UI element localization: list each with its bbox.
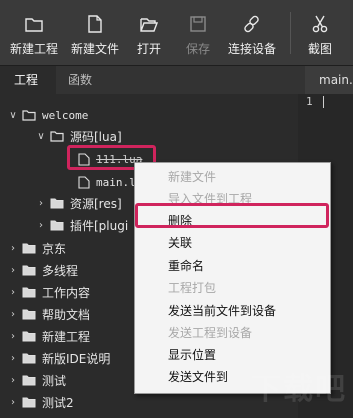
tab-bar: 工程 函数 main.lu (0, 66, 353, 94)
chevron-right-icon[interactable]: › (34, 198, 48, 209)
chevron-right-icon[interactable]: › (6, 375, 20, 386)
tree-project[interactable]: › 多线程 (6, 259, 78, 281)
chevron-down-icon[interactable]: ∨ (34, 131, 48, 142)
tree-file-main[interactable]: main.l (76, 171, 136, 193)
menu-item-new-file[interactable]: 新建文件 (135, 166, 330, 188)
tree-project[interactable]: › 帮助文档 (6, 303, 90, 325)
connect-device-button[interactable]: 连接设备 (226, 0, 278, 66)
tree-folder-res[interactable]: › 资源[res] (34, 192, 122, 214)
tree-root-welcome[interactable]: ∨ welcome (6, 104, 88, 126)
new-file-icon (85, 14, 105, 34)
tree-folder-source[interactable]: ∨ 源码[lua] (34, 125, 121, 147)
folder-icon (22, 287, 36, 297)
tree-project[interactable]: › 工作内容 (6, 281, 90, 303)
file-icon (78, 175, 90, 189)
folder-icon (22, 375, 36, 385)
chevron-right-icon[interactable]: › (6, 331, 20, 342)
chevron-down-icon[interactable]: ∨ (6, 110, 20, 121)
tab-project[interactable]: 工程 (0, 66, 56, 94)
menu-item-package-project[interactable]: 工程打包 (135, 277, 330, 299)
chevron-right-icon[interactable]: › (6, 243, 20, 254)
tree-project[interactable]: › 新建工程 (6, 325, 90, 347)
open-button[interactable]: 打开 (134, 0, 164, 66)
chevron-right-icon[interactable]: › (6, 397, 20, 408)
folder-icon (22, 309, 36, 319)
chevron-right-icon[interactable]: › (6, 287, 20, 298)
tree-project[interactable]: › 京东 (6, 237, 66, 259)
folder-open-icon (50, 130, 64, 142)
folder-icon (50, 198, 64, 208)
chevron-right-icon[interactable]: › (6, 265, 20, 276)
folder-icon (22, 331, 36, 341)
tree-folder-plugin[interactable]: › 插件[plugi (34, 214, 128, 236)
tree-project[interactable]: › 测试2 (6, 391, 74, 413)
toolbar: 新建工程 新建文件 打开 保存 连接设备 截图 (0, 0, 353, 66)
context-menu: 新建文件 导入文件到工程 删除 关联 重命名 工程打包 发送当前文件到设备 发送… (134, 162, 331, 394)
folder-icon (24, 14, 44, 34)
chevron-right-icon[interactable]: › (34, 220, 48, 231)
highlight-box-associate (135, 203, 329, 228)
toolbar-separator (290, 12, 291, 54)
folder-icon (50, 220, 64, 230)
new-project-button[interactable]: 新建工程 (8, 0, 60, 66)
tree-project[interactable]: › 新版IDE说明 (6, 347, 110, 369)
line-number: 1 (306, 95, 313, 108)
text-cursor (323, 96, 324, 108)
folder-icon (22, 353, 36, 363)
new-file-button[interactable]: 新建文件 (68, 0, 122, 66)
chevron-right-icon[interactable]: › (6, 353, 20, 364)
tab-functions[interactable]: 函数 (68, 66, 108, 94)
folder-open-icon (22, 109, 36, 121)
scissors-icon (310, 14, 330, 34)
save-button[interactable]: 保存 (183, 0, 213, 66)
screenshot-button[interactable]: 截图 (305, 0, 335, 66)
editor-tab-main[interactable]: main.lu (305, 66, 353, 94)
folder-icon (22, 265, 36, 275)
menu-item-associate[interactable]: 关联 (135, 232, 330, 254)
chevron-right-icon[interactable]: › (6, 309, 20, 320)
menu-item-send-current-file[interactable]: 发送当前文件到设备 (135, 300, 330, 322)
menu-item-show-location[interactable]: 显示位置 (135, 344, 330, 366)
save-icon (188, 14, 208, 34)
open-folder-icon (139, 14, 159, 34)
folder-icon (22, 243, 36, 253)
menu-item-rename[interactable]: 重命名 (135, 255, 330, 277)
menu-item-send-project[interactable]: 发送工程到设备 (135, 322, 330, 344)
tree-project[interactable]: › 测试 (6, 369, 66, 391)
link-icon (242, 14, 262, 34)
folder-icon (22, 397, 36, 407)
watermark-text: 下载吧 (251, 372, 347, 407)
